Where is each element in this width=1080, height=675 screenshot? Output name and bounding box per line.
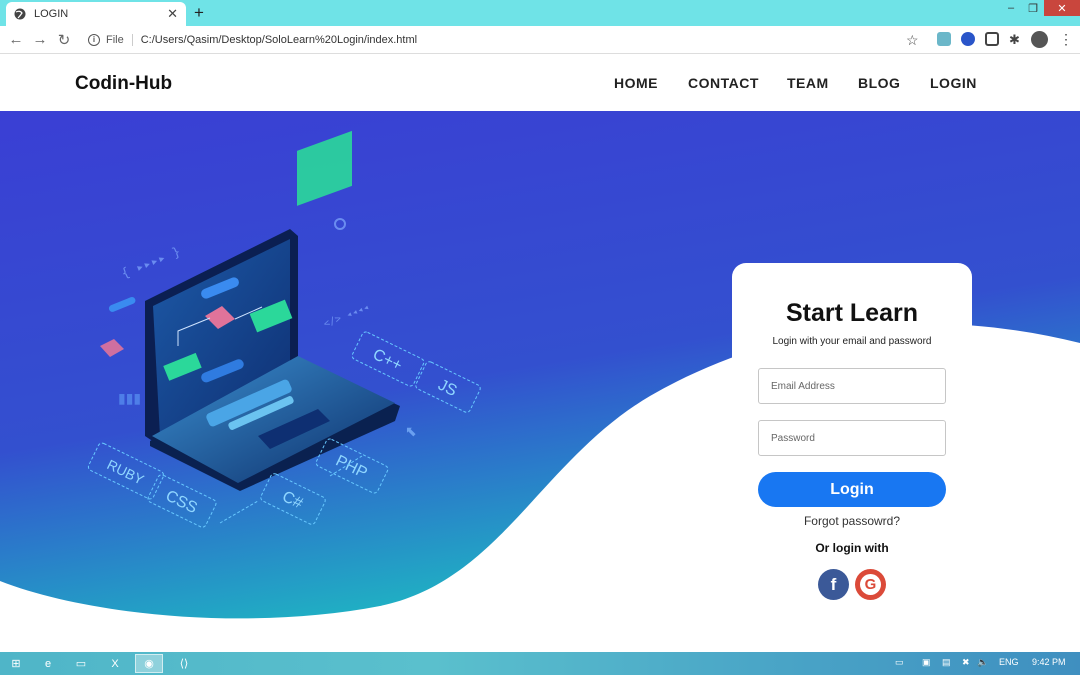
- restore-icon[interactable]: ❐: [1022, 0, 1044, 16]
- start-windows-icon[interactable]: ⊞: [2, 654, 30, 673]
- facebook-login-button[interactable]: f: [818, 569, 849, 600]
- nav-home[interactable]: HOME: [614, 75, 658, 91]
- excel-icon[interactable]: X: [101, 654, 129, 673]
- extension-icon[interactable]: [937, 32, 951, 46]
- media-icon[interactable]: [985, 32, 999, 46]
- email-field[interactable]: [758, 368, 946, 404]
- globe-icon: [14, 8, 26, 20]
- puzzle-icon[interactable]: ✱: [1009, 32, 1023, 47]
- google-login-button[interactable]: G: [855, 569, 886, 600]
- login-subtitle: Login with your email and password: [772, 336, 932, 347]
- browser-tab[interactable]: LOGIN ✕: [6, 2, 186, 26]
- bookmark-star-icon[interactable]: ☆: [906, 32, 919, 49]
- forgot-password-link[interactable]: Forgot passowrd?: [732, 514, 972, 528]
- browser-tab-strip: LOGIN ✕ + – ❐ ✕: [0, 0, 1080, 26]
- site-logo[interactable]: Codin-Hub: [75, 73, 172, 95]
- network-icon[interactable]: ▤: [942, 657, 951, 668]
- login-title: Start Learn: [786, 299, 918, 327]
- password-field[interactable]: [758, 420, 946, 456]
- site-header: Codin-Hub HOME CONTACT TEAM BLOG LOGIN: [0, 54, 1080, 111]
- action-center-icon[interactable]: ▣: [922, 657, 931, 668]
- chrome-icon[interactable]: ◉: [135, 654, 163, 673]
- facebook-icon: f: [830, 574, 837, 594]
- clock[interactable]: 9:42 PM: [1032, 657, 1066, 667]
- ie-icon[interactable]: e: [34, 654, 62, 673]
- google-icon: G: [860, 574, 881, 595]
- or-login-label: Or login with: [815, 541, 889, 555]
- kebab-menu-icon[interactable]: ⋮: [1059, 31, 1073, 48]
- vscode-icon[interactable]: ⟨⟩: [170, 654, 198, 673]
- volume-icon[interactable]: 🔈: [977, 657, 988, 668]
- login-button[interactable]: Login: [758, 472, 946, 507]
- svg-text:⬉: ⬉: [405, 423, 417, 439]
- forward-arrow-icon[interactable]: →: [28, 28, 52, 52]
- extension-icon[interactable]: [961, 32, 975, 46]
- alert-icon[interactable]: ✖: [962, 657, 970, 668]
- nav-contact[interactable]: CONTACT: [688, 75, 759, 91]
- language-indicator[interactable]: ENG: [999, 657, 1019, 667]
- tab-title: LOGIN: [34, 8, 69, 20]
- login-card: Start Learn Login with your email and pa…: [732, 263, 972, 623]
- keyboard-icon[interactable]: ▭: [895, 657, 904, 668]
- file-explorer-icon[interactable]: ▭: [67, 654, 95, 673]
- nav-login[interactable]: LOGIN: [930, 75, 977, 91]
- info-icon[interactable]: i: [88, 33, 100, 46]
- svg-text:▮▮▮: ▮▮▮: [118, 390, 141, 406]
- back-arrow-icon[interactable]: ←: [4, 28, 28, 52]
- taskbar: ⊞ e ▭ X ◉ ⟨⟩ ▭ ▣ ▤ ✖ 🔈 ENG 9:42 PM: [0, 652, 1080, 675]
- new-tab-button[interactable]: +: [194, 3, 204, 23]
- url-text: C:/Users/Qasim/Desktop/SoloLearn%20Login…: [140, 33, 418, 46]
- profile-avatar[interactable]: [1031, 31, 1048, 48]
- url-field[interactable]: i File C:/Users/Qasim/Desktop/SoloLearn%…: [88, 29, 908, 51]
- file-label: File: [106, 33, 133, 46]
- window-close-icon[interactable]: ✕: [1044, 0, 1080, 16]
- nav-team[interactable]: TEAM: [787, 75, 829, 91]
- close-tab-icon[interactable]: ✕: [167, 6, 178, 22]
- minimize-icon[interactable]: –: [1000, 0, 1022, 16]
- window-controls: – ❐ ✕: [1000, 0, 1080, 16]
- reload-icon[interactable]: ↻: [52, 28, 76, 52]
- nav-blog[interactable]: BLOG: [858, 75, 900, 91]
